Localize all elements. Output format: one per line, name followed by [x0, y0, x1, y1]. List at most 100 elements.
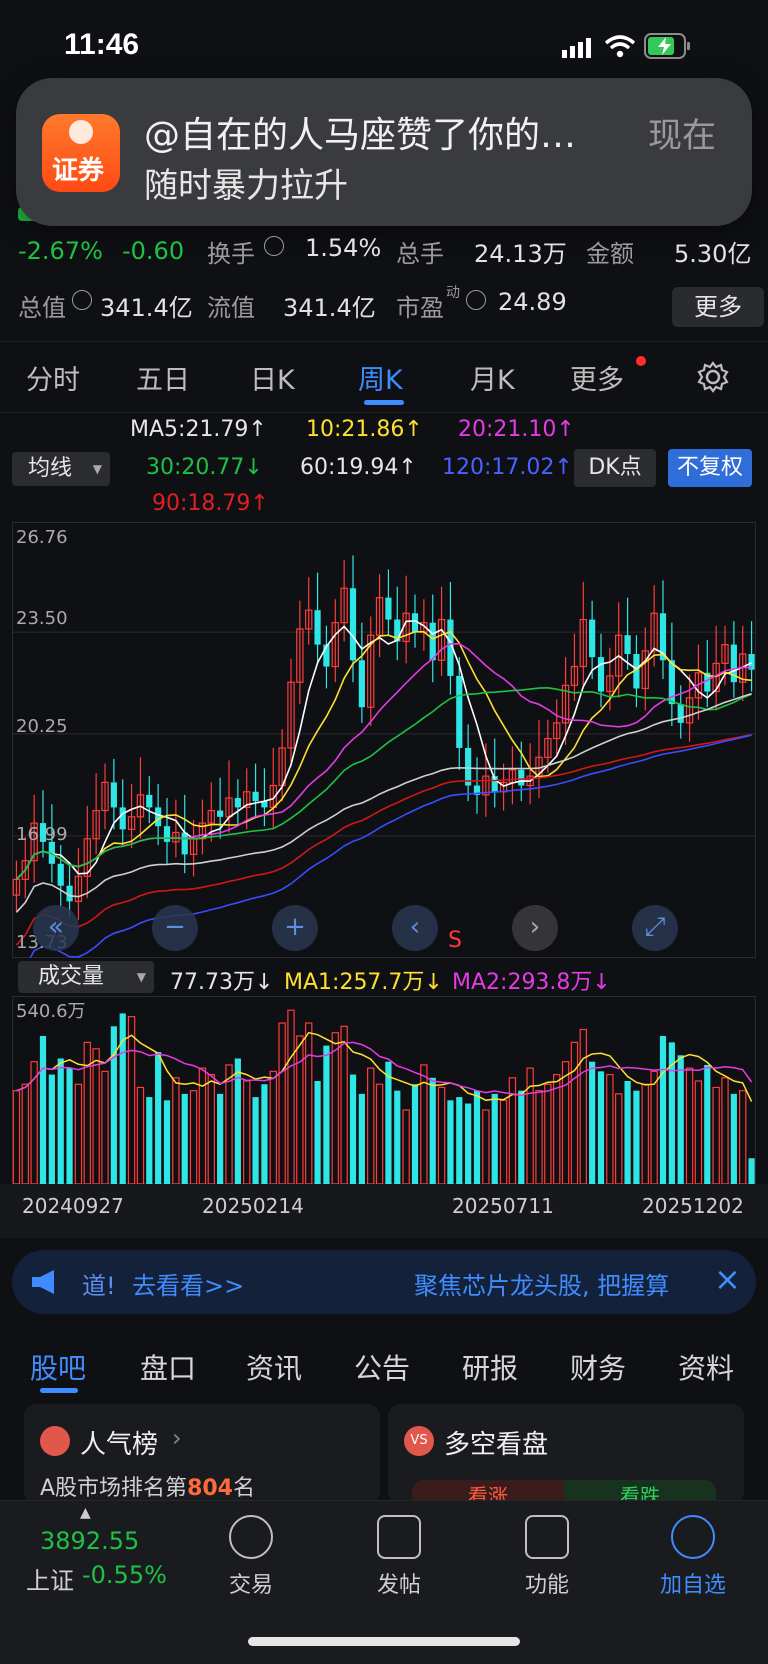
volume-value: 77.73万↓ — [170, 970, 274, 995]
volume-bar — [269, 1070, 277, 1185]
volume-bar — [74, 1083, 83, 1185]
volume-bar — [12, 1090, 21, 1185]
index-name[interactable]: 上证 — [26, 1561, 74, 1596]
volume-bar — [535, 1090, 543, 1185]
candle-body — [217, 810, 224, 817]
ranking-icon — [40, 1426, 70, 1456]
tab-intraday[interactable]: 分时 — [26, 358, 80, 397]
more-button[interactable]: 更多 — [672, 287, 764, 327]
push-notification[interactable]: 证券 @自在的人马座赞了你的… 现在 随时暴力拉升 — [16, 78, 752, 226]
tab-financials[interactable]: 财务 — [570, 1347, 626, 1387]
index-change[interactable]: -0.55% — [82, 1561, 167, 1589]
close-icon[interactable]: × — [714, 1260, 741, 1298]
candle-body — [429, 622, 436, 661]
volume-bar — [677, 1055, 684, 1184]
kline-chart[interactable] — [12, 522, 756, 979]
candle-body — [155, 807, 162, 827]
candle-body — [57, 863, 64, 886]
next-icon[interactable]: › — [512, 905, 558, 951]
info-icon — [466, 290, 486, 310]
trade-icon — [229, 1515, 273, 1559]
rewind-icon[interactable]: « — [33, 905, 79, 951]
volume-bar — [597, 1071, 605, 1184]
volume-select[interactable]: 成交量 ▼ — [18, 961, 154, 993]
bull-bear-card[interactable]: VS 多空看盘 看涨 看跌 — [388, 1404, 744, 1508]
chart-frame — [12, 522, 756, 958]
settings-gear-icon[interactable] — [696, 360, 730, 398]
tab-news[interactable]: 资讯 — [246, 1347, 302, 1387]
turnover-label: 换手 — [207, 240, 255, 268]
volume-bar — [127, 1016, 136, 1185]
volume-bar — [207, 1073, 215, 1185]
tab-announcements[interactable]: 公告 — [354, 1347, 410, 1387]
tab-weekly-k[interactable]: 周K — [358, 358, 403, 397]
nav-post[interactable]: 发帖 — [344, 1515, 454, 1599]
prev-icon[interactable]: ‹ — [392, 905, 438, 951]
tab-orderbook[interactable]: 盘口 — [140, 1347, 196, 1387]
change-value: -0.60 — [122, 237, 185, 265]
banner-link[interactable]: 去看看>> — [132, 1266, 244, 1301]
volume-bar — [189, 1090, 198, 1185]
nav-function[interactable]: 功能 — [492, 1515, 602, 1599]
volume-bar — [402, 1109, 410, 1185]
nav-add-watch[interactable]: 加自选 — [638, 1515, 748, 1599]
tab-monthly-k[interactable]: 月K — [470, 358, 515, 397]
candle-body — [314, 610, 321, 645]
volume-ma10-line — [16, 1041, 753, 1096]
tab-more[interactable]: 更多 — [570, 358, 624, 397]
volume-bar — [499, 1099, 508, 1185]
battery-icon — [644, 33, 692, 63]
tab-daily-k[interactable]: 日K — [250, 358, 295, 397]
volume-bar — [39, 1035, 47, 1184]
dropdown-arrow-icon: ▼ — [136, 970, 146, 984]
volume-bar — [358, 1093, 365, 1184]
price-tick-4: 16.99 — [16, 824, 68, 845]
adjust-button[interactable]: 不复权 — [668, 449, 752, 487]
kline-svg — [12, 522, 756, 979]
tab-research[interactable]: 研报 — [462, 1347, 518, 1387]
zoom-in-icon[interactable]: + — [272, 905, 318, 951]
volume-bar — [694, 1080, 703, 1185]
zoom-out-icon[interactable]: − — [152, 905, 198, 951]
promo-banner[interactable]: 道! 去看看>> 聚焦芯片龙头股, 把握算 × — [12, 1250, 756, 1314]
pe-label: 市盈 — [396, 294, 444, 322]
candle-body — [252, 791, 259, 802]
ma30-label: 30:20.77↓ — [146, 455, 263, 480]
volume-bar — [323, 1045, 330, 1184]
index-value[interactable]: 3892.55 — [40, 1527, 139, 1555]
indicator-select[interactable]: 均线 ▼ — [12, 452, 110, 486]
notification-time: 现在 — [648, 116, 716, 156]
candle-body — [358, 660, 365, 708]
volume-bar — [411, 1084, 419, 1184]
volume-chart[interactable] — [12, 996, 756, 1185]
volume-bar — [287, 1009, 295, 1185]
active-tab-underline — [40, 1388, 78, 1393]
ma60-line — [15, 692, 752, 913]
fullscreen-icon[interactable]: ⤢ — [632, 905, 678, 951]
candle-body — [518, 769, 525, 786]
tab-profile[interactable]: 资料 — [678, 1347, 734, 1387]
volume-bar — [217, 1093, 224, 1184]
ma20-line — [15, 643, 752, 880]
mktcap-value: 341.4亿 — [100, 294, 193, 322]
volume-ma2: MA2:293.8万↓ — [452, 970, 611, 995]
nav-function-label: 功能 — [524, 1573, 569, 1598]
tab-five-day[interactable]: 五日 — [136, 358, 190, 397]
float-label: 流值 — [207, 294, 255, 322]
app-icon: 证券 — [42, 114, 120, 192]
candle-body — [677, 704, 684, 723]
info-icon — [264, 236, 284, 256]
volume-bar — [561, 1061, 570, 1185]
dk-button[interactable]: DK点 — [574, 449, 656, 487]
volume-bar — [553, 1073, 561, 1185]
volume-bar — [296, 1035, 304, 1185]
tab-forum[interactable]: 股吧 — [30, 1347, 86, 1387]
volume-ma1: MA1:257.7万↓ — [284, 970, 443, 995]
popularity-card[interactable]: 人气榜 › A股市场排名第804名 — [24, 1404, 380, 1504]
ma20-label: 20:21.10↑ — [458, 417, 575, 442]
banner-right-text: 聚焦芯片龙头股, 把握算 — [414, 1272, 670, 1300]
date-tick-4: 20251202 — [642, 1194, 744, 1218]
nav-trade[interactable]: 交易 — [196, 1515, 306, 1599]
volume-select-value: 成交量 — [38, 964, 105, 989]
sell-marker: S — [448, 928, 462, 953]
